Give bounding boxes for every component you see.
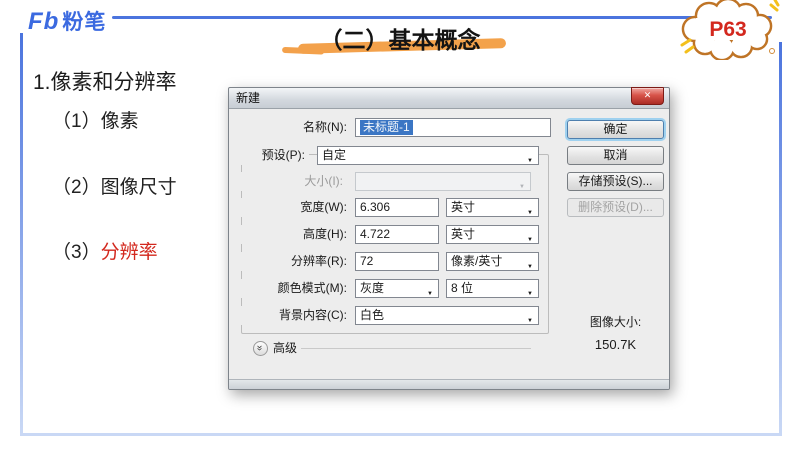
color-mode-value: 灰度 [360, 281, 385, 295]
preset-value: 自定 [322, 148, 347, 162]
color-mode-label: 颜色模式(M): [229, 279, 351, 298]
dialog-bottom-frame [229, 379, 669, 389]
bit-depth-value: 8 位 [451, 281, 474, 295]
chevron-down-icon: ▼ [527, 210, 533, 216]
width-unit-value: 英寸 [451, 200, 476, 214]
outline-heading: 1.像素和分辨率 [33, 71, 177, 94]
outline-item-prefix: （1） [52, 111, 101, 132]
height-value: 4.722 [360, 227, 391, 241]
chevron-down-icon: ▼ [527, 264, 533, 270]
outline-item-text: 像素 [100, 111, 139, 132]
height-unit-value: 英寸 [451, 227, 476, 241]
height-label: 高度(H): [229, 225, 351, 244]
chevron-down-icon: ▼ [427, 291, 433, 297]
preset-select[interactable]: 自定 ▼ [317, 146, 539, 165]
double-chevron-icon: » [253, 345, 265, 351]
image-size-label: 图像大小: [589, 315, 642, 329]
new-document-dialog: 新建 ✕ 名称(N): 未标题-1 预设(P): 自定 ▼ 大小(I): ▼ 宽度… [228, 87, 670, 390]
dialog-titlebar[interactable]: 新建 ✕ [229, 87, 669, 109]
chevron-down-icon: ▼ [519, 184, 525, 190]
background-value: 白色 [360, 308, 385, 322]
resolution-value: 72 [360, 254, 374, 268]
outline-item-resolution: （3）分辨率 [52, 237, 158, 264]
size-select: ▼ [355, 172, 531, 191]
advanced-toggle[interactable]: » [253, 341, 268, 356]
page-badge-cloud: P63 [680, 0, 780, 60]
frame-border-bottom [20, 433, 782, 436]
chevron-down-icon: ▼ [527, 158, 533, 164]
preset-label: 预设(P): [229, 146, 309, 165]
frame-border-right [779, 42, 782, 433]
chevron-down-icon: ▼ [527, 318, 533, 324]
cancel-button[interactable]: 取消 [567, 146, 664, 165]
outline-item-text-red: 分辨率 [100, 242, 158, 263]
advanced-label[interactable]: 高级 [273, 341, 297, 355]
width-unit-select[interactable]: 英寸 ▼ [446, 198, 539, 217]
outline-item-prefix: （3） [52, 242, 101, 263]
background-label: 背景内容(C): [229, 306, 351, 325]
resolution-row: 分辨率(R): 72 像素/英寸 ▼ [229, 252, 669, 271]
close-icon: ✕ [643, 90, 652, 100]
advanced-separator [301, 348, 531, 349]
width-label: 宽度(W): [229, 198, 351, 217]
bit-depth-select[interactable]: 8 位 ▼ [446, 279, 539, 298]
page-badge: P63 [709, 18, 746, 41]
name-label: 名称(N): [229, 118, 351, 137]
dialog-title: 新建 [236, 91, 261, 105]
close-button[interactable]: ✕ [631, 87, 664, 105]
resolution-input[interactable]: 72 [355, 252, 439, 271]
ok-button[interactable]: 确定 [567, 120, 664, 139]
slide: Fb 粉笔 （二）基本概念 P63 1.像素和分辨率 （1）像素 （2）图像尺寸 … [0, 0, 800, 450]
resolution-unit-select[interactable]: 像素/英寸 ▼ [446, 252, 539, 271]
color-mode-select[interactable]: 灰度 ▼ [355, 279, 439, 298]
outline-item-prefix: （2） [52, 177, 101, 198]
chevron-down-icon: ▼ [527, 237, 533, 243]
resolution-label: 分辨率(R): [229, 252, 351, 271]
resolution-unit-value: 像素/英寸 [451, 254, 503, 268]
width-input[interactable]: 6.306 [355, 198, 439, 217]
bubble-dot [769, 48, 775, 54]
color-mode-row: 颜色模式(M): 灰度 ▼ 8 位 ▼ [229, 279, 669, 298]
name-input-selection: 未标题-1 [360, 120, 413, 135]
chevron-down-icon: ▼ [527, 291, 533, 297]
size-label: 大小(I): [229, 172, 347, 191]
name-input[interactable]: 未标题-1 [355, 118, 551, 137]
image-size-value: 150.7K [594, 337, 637, 352]
width-value: 6.306 [360, 200, 391, 214]
height-input[interactable]: 4.722 [355, 225, 439, 244]
delete-preset-button: 删除预设(D)... [567, 198, 664, 217]
save-preset-button[interactable]: 存储预设(S)... [567, 172, 664, 191]
height-row: 高度(H): 4.722 英寸 ▼ [229, 225, 669, 244]
outline-item-image-size: （2）图像尺寸 [52, 172, 177, 199]
frame-border-left [20, 33, 23, 433]
height-unit-select[interactable]: 英寸 ▼ [446, 225, 539, 244]
outline-item-pixel: （1）像素 [52, 106, 139, 133]
frame-border-top [112, 16, 772, 19]
background-select[interactable]: 白色 ▼ [355, 306, 539, 325]
outline-item-text: 图像尺寸 [100, 177, 177, 198]
